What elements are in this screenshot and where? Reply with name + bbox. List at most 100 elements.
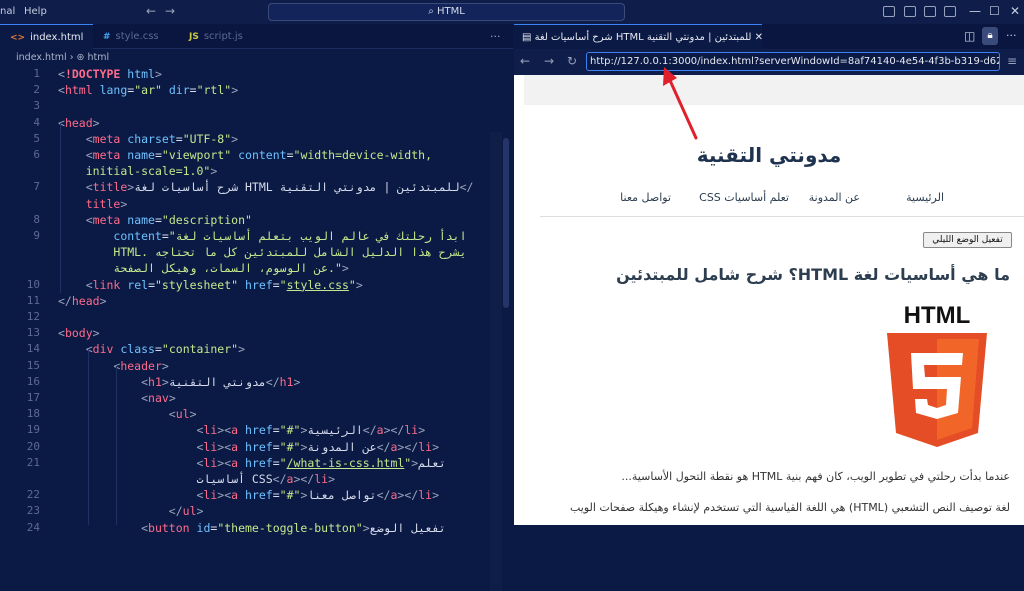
article-paragraph: لغة توصيف النص التشعبي (HTML) هي اللغة ا…	[569, 501, 1010, 514]
code-line[interactable]: <h1>مدونتي التقنية</h1>	[58, 375, 300, 389]
code-line[interactable]: أساسيات CSS</a></li>	[58, 472, 335, 486]
code-line[interactable]: <title>شرح أساسيات لغة HTML للمبتدئين | …	[58, 180, 474, 194]
line-number: 8	[33, 212, 40, 226]
line-number: 6	[33, 148, 40, 161]
code-line[interactable]: <head>	[58, 116, 100, 130]
line-number: 12	[26, 310, 40, 323]
line-number: 11	[26, 293, 40, 307]
code-line[interactable]: title>	[58, 197, 128, 211]
maximize-icon[interactable]: ☐	[989, 4, 1000, 18]
menu-terminal[interactable]: nal	[0, 6, 15, 17]
indent-guide	[88, 350, 89, 525]
line-number: 19	[26, 423, 40, 437]
preview-tab-title: شرح أساسيات لغة HTML للمبتدئين | مدونتي …	[534, 32, 752, 43]
code-line[interactable]: <div class="container">	[58, 342, 245, 356]
search-icon: ⌕	[428, 6, 437, 17]
rendered-page: مدونتي التقنية الرئيسية عن المدونة تعلم …	[514, 75, 1024, 525]
code-line[interactable]: <meta charset="UTF-8">	[58, 132, 238, 146]
command-center[interactable]: ⌕ HTML	[268, 3, 625, 21]
code-line[interactable]: <meta name="description"	[58, 213, 252, 227]
article-paragraph: عندما بدأت رحلتي في تطوير الويب، كان فهم…	[621, 470, 1010, 483]
line-number: 20	[26, 439, 40, 453]
code-line[interactable]: <link rel="stylesheet" href="style.css">	[58, 278, 363, 292]
line-number: 13	[26, 326, 40, 340]
close-tab-icon[interactable]: ✕	[755, 32, 762, 43]
line-number: 18	[26, 407, 40, 421]
tab-index-html[interactable]: <> index.html	[0, 24, 93, 49]
title-bar: nal Help ← → ⌕ HTML — ☐ ✕	[0, 0, 1024, 24]
nav-link-about[interactable]: عن المدونة	[809, 191, 860, 204]
toggle-panel-icon[interactable]	[904, 6, 916, 17]
url-input[interactable]: http://127.0.0.1:3000/index.html?serverW…	[586, 52, 1000, 71]
code-line[interactable]: </head>	[58, 294, 107, 308]
forward-arrow-icon[interactable]: →	[544, 54, 554, 68]
editor-scrollbar[interactable]	[503, 138, 509, 308]
split-editor-icon[interactable]: ◫	[964, 29, 975, 43]
chevron-right-icon: › ⊛	[69, 52, 88, 63]
line-number: 23	[26, 504, 40, 518]
reload-icon[interactable]: ↻	[567, 54, 577, 68]
code-line[interactable]: <html lang="ar" dir="rtl">	[58, 83, 238, 97]
html5-logo-text: HTML	[904, 302, 971, 329]
browser-toolbar: ← → ↻ http://127.0.0.1:3000/index.html?s…	[514, 49, 1024, 75]
browser-icon: ▤	[522, 32, 535, 43]
line-number: 2	[33, 83, 40, 97]
breadcrumb-node[interactable]: html	[88, 52, 110, 63]
nav-link-home[interactable]: الرئيسية	[906, 191, 944, 204]
minimap[interactable]	[490, 132, 502, 591]
command-center-label: HTML	[436, 6, 465, 17]
line-number: 9	[33, 229, 40, 242]
code-line[interactable]: <body>	[58, 326, 100, 340]
code-line[interactable]: <li><a href="#">الرئيسية</a></li>	[58, 423, 425, 437]
site-title: مدونتي التقنية	[696, 143, 842, 167]
toggle-sidebar-icon[interactable]	[883, 6, 895, 17]
more-actions-icon[interactable]: ···	[1006, 29, 1017, 42]
code-line[interactable]: </ul>	[58, 504, 204, 518]
toggle-secondary-sidebar-icon[interactable]	[924, 6, 936, 17]
nav-link-contact[interactable]: تواصل معنا	[620, 191, 671, 204]
line-number: 17	[26, 391, 40, 404]
line-number: 4	[33, 115, 40, 129]
nav-link-css[interactable]: تعلم أساسيات CSS	[699, 191, 789, 204]
line-number: 24	[26, 520, 40, 534]
line-number: 1	[33, 67, 40, 80]
line-number: 15	[26, 358, 40, 372]
preview-tab-bar: ▤ شرح أساسيات لغة HTML للمبتدئين | مدونت…	[514, 24, 1024, 49]
annotation-arrow-icon	[663, 67, 698, 140]
code-editor[interactable]: 1 <!DOCTYPE html> 2 <html lang="ar" dir="rt…	[0, 66, 513, 535]
editor-tab-bar: <> index.html # style.css JS script.js ···	[0, 24, 513, 49]
lock-icon[interactable]: 🔒︎	[982, 27, 998, 45]
menu-icon[interactable]: ≡	[1007, 54, 1017, 68]
code-line[interactable]: <!DOCTYPE html>	[58, 67, 162, 81]
more-actions-icon[interactable]: ···	[490, 30, 501, 43]
html5-logo: HTML	[887, 302, 987, 447]
code-line[interactable]: initial-scale=1.0">	[58, 164, 218, 178]
back-arrow-icon[interactable]: ←	[520, 54, 530, 68]
line-number: 14	[26, 342, 40, 356]
tab-script-js[interactable]: JS script.js	[179, 24, 269, 49]
code-line[interactable]: content="ابدأ رحلتك في عالم الويب بتعلم …	[58, 229, 466, 243]
menu-help[interactable]: Help	[24, 6, 47, 17]
close-icon[interactable]: ✕	[1010, 4, 1020, 18]
customize-layout-icon[interactable]	[944, 6, 956, 17]
header-divider	[540, 216, 1024, 217]
code-line[interactable]: <meta name="viewport" content="width=dev…	[58, 148, 432, 162]
line-number: 10	[26, 277, 40, 291]
line-number: 7	[33, 180, 40, 194]
theme-toggle-button[interactable]: تفعيل الوضع الليلي	[923, 232, 1012, 248]
forward-arrow-icon[interactable]: →	[165, 4, 175, 18]
indent-guide	[116, 366, 117, 525]
line-number: 16	[26, 374, 40, 388]
html-file-icon: <>	[10, 33, 26, 43]
tab-preview[interactable]: ▤ شرح أساسيات لغة HTML للمبتدئين | مدونت…	[514, 24, 762, 49]
code-line[interactable]: عن الوسوم، السمات، وهيكل الصفحة.">	[58, 261, 348, 275]
minimize-icon[interactable]: —	[969, 4, 981, 18]
breadcrumb-file[interactable]: index.html	[16, 52, 67, 63]
tab-style-css[interactable]: # style.css	[93, 24, 179, 49]
back-arrow-icon[interactable]: ←	[146, 4, 156, 18]
article-heading: ما هي أساسيات لغة HTML؟ شرح شامل للمبتدئ…	[616, 265, 1010, 284]
code-line[interactable]: <ul>	[58, 407, 197, 421]
code-line[interactable]: HTML. يشرح هذا الدليل الشامل للمبتدئين ك…	[58, 245, 466, 259]
code-line[interactable]: <header>	[58, 359, 168, 373]
tab-label: style.css	[115, 31, 159, 42]
